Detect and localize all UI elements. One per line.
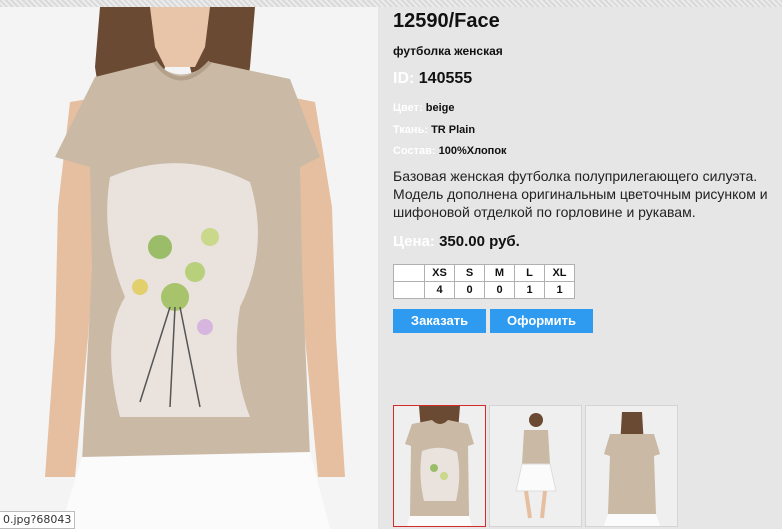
attribute-label: Состав:: [393, 145, 436, 157]
product-subtitle: футболка женская: [393, 44, 503, 58]
size-stock-cell: 1: [514, 281, 545, 299]
attribute-color: Цвет: beige: [393, 102, 454, 114]
attribute-value: beige: [425, 102, 455, 114]
size-stock-row: 4 0 0 1 1: [393, 281, 575, 299]
size-header: L: [514, 264, 545, 282]
size-stock-cell: 0: [484, 281, 515, 299]
stock-row-blank: [393, 281, 425, 299]
attribute-value: TR Plain: [431, 124, 476, 136]
size-stock-table: XS S M L XL 4 0 0 1 1: [393, 264, 575, 299]
size-header: S: [454, 264, 485, 282]
main-product-photo[interactable]: 0.jpg?68043: [0, 7, 378, 529]
top-pattern-strip: [0, 0, 782, 7]
thumbnail-image: [490, 406, 581, 526]
attribute-label: Ткань:: [393, 124, 428, 136]
product-price: Цена: 350.00 руб.: [393, 233, 520, 250]
checkout-button[interactable]: Оформить: [490, 309, 593, 333]
model-photo-illustration: [0, 7, 378, 529]
thumbnail-full-back[interactable]: [585, 405, 678, 527]
image-url-overlay: 0.jpg?68043: [0, 511, 76, 529]
attribute-label: Цвет:: [393, 102, 423, 114]
product-title: 12590/Face: [393, 10, 500, 32]
size-stock-cell: 4: [424, 281, 455, 299]
attribute-fabric: Ткань: TR Plain: [393, 124, 475, 136]
thumbnail-image: [586, 406, 677, 526]
size-stock-cell: 0: [454, 281, 485, 299]
size-header: M: [484, 264, 515, 282]
id-value: 140555: [418, 70, 473, 87]
order-button[interactable]: Заказать: [393, 309, 486, 333]
attribute-value: 100%Хлопок: [438, 145, 507, 157]
thumbnail-full-front[interactable]: [489, 405, 582, 527]
price-value: 350.00 руб.: [439, 233, 520, 250]
id-label: ID:: [393, 70, 415, 87]
size-header: XL: [544, 264, 575, 282]
size-header-blank: [393, 264, 425, 282]
product-description: Базовая женская футболка полуприлегающег…: [393, 168, 768, 220]
size-header-row: XS S M L XL: [393, 264, 575, 282]
product-id: ID: 140555: [393, 70, 472, 88]
size-stock-cell: 1: [544, 281, 575, 299]
size-header: XS: [424, 264, 455, 282]
price-label: Цена:: [393, 233, 435, 250]
product-info-panel: 12590/Face футболка женская ID: 140555 Ц…: [378, 7, 782, 529]
attribute-composition: Состав: 100%Хлопок: [393, 145, 507, 157]
thumbnail-image: [394, 406, 485, 526]
thumbnail-front-closeup[interactable]: [393, 405, 486, 527]
